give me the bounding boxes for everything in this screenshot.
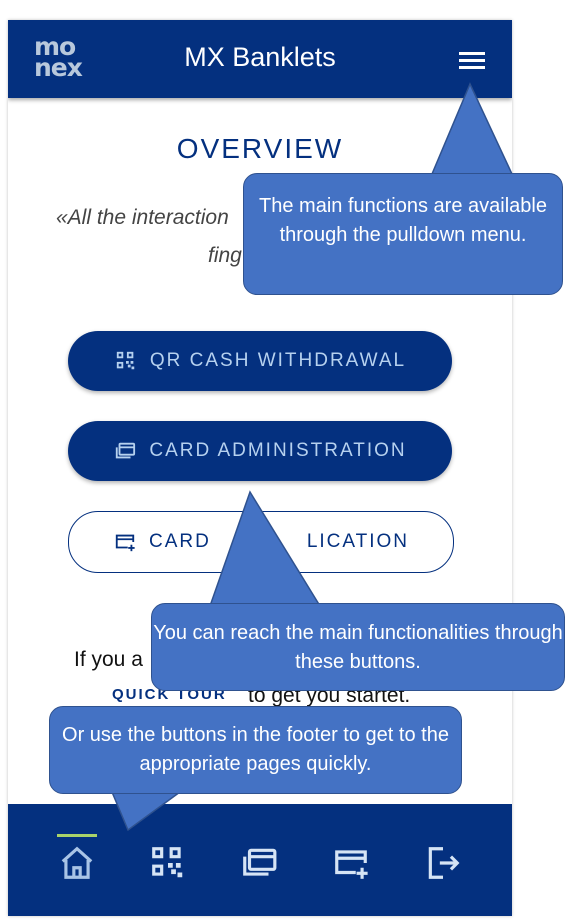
buttons-callout: You can reach the main functionalities t… [151,603,565,691]
menu-callout: The main functions are available through… [243,173,563,295]
footer-callout: Or use the buttons in the footer to get … [49,706,462,794]
menu-callout-pointer [430,82,514,175]
buttons-callout-pointer [208,490,322,607]
footer-callout-pointer [110,791,183,832]
